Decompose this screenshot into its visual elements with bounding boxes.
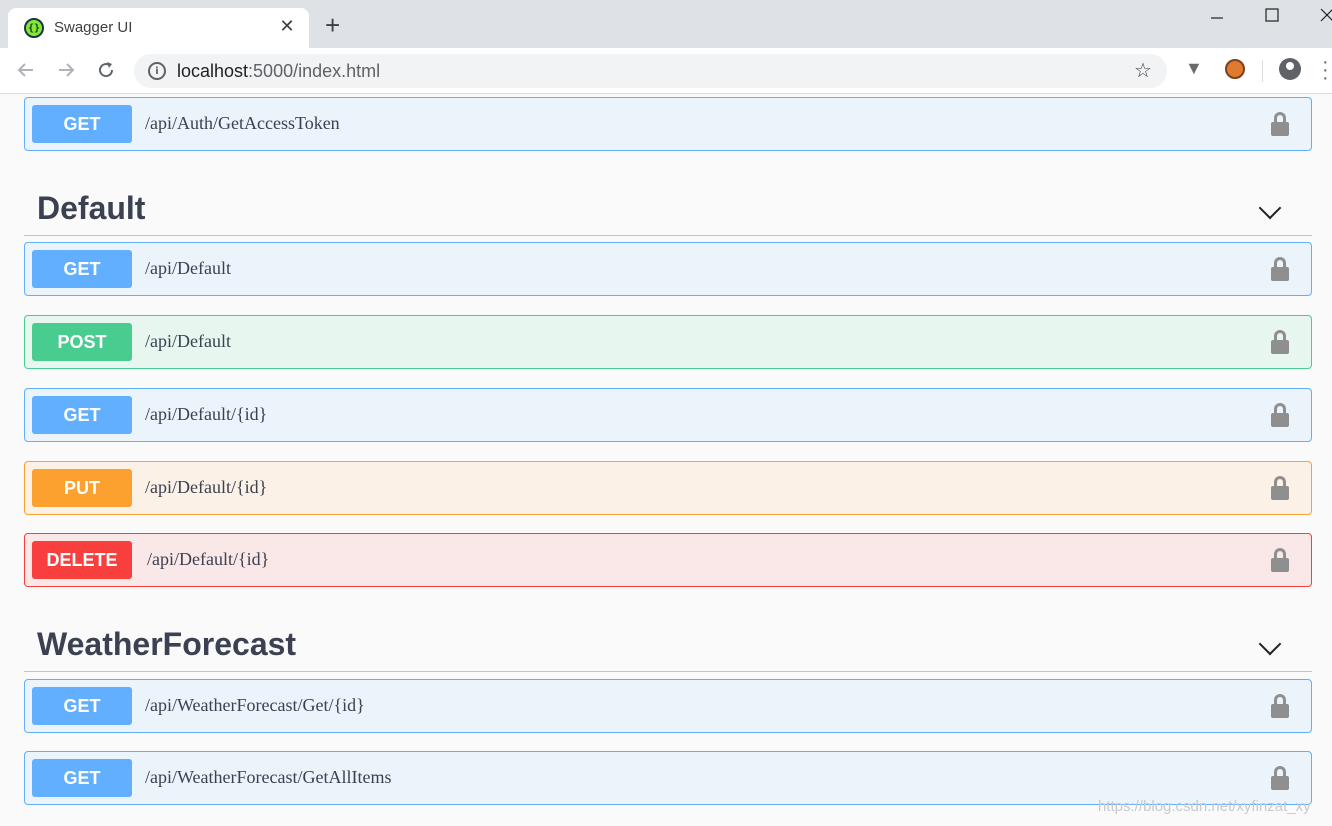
lock-icon[interactable] xyxy=(1271,257,1289,281)
address-bar[interactable]: i localhost:5000/index.html ☆ xyxy=(134,54,1167,88)
site-info-icon[interactable]: i xyxy=(148,62,166,80)
operation-get-auth-access-token[interactable]: GET /api/Auth/GetAccessToken xyxy=(24,97,1312,151)
reload-icon xyxy=(99,62,114,78)
operation-delete-default-id[interactable]: DELETE /api/Default/{id} xyxy=(24,533,1312,587)
method-badge: DELETE xyxy=(32,541,132,579)
method-badge: GET xyxy=(32,759,132,797)
window-maximize-button[interactable] xyxy=(1257,3,1287,27)
swagger-favicon-icon: {} xyxy=(24,18,44,38)
minimize-icon xyxy=(1211,17,1223,19)
operation-get-weatherforecast-id[interactable]: GET /api/WeatherForecast/Get/{id} xyxy=(24,679,1312,733)
lock-icon[interactable] xyxy=(1271,476,1289,500)
method-badge: GET xyxy=(32,105,132,143)
section-title: Default xyxy=(37,190,146,226)
maximize-icon xyxy=(1265,8,1279,22)
method-badge: GET xyxy=(32,250,132,288)
new-tab-button[interactable]: + xyxy=(325,12,340,38)
extension-monkey-icon[interactable] xyxy=(1225,59,1245,79)
operation-get-default[interactable]: GET /api/Default xyxy=(24,242,1312,296)
lock-icon[interactable] xyxy=(1271,403,1289,427)
watermark-text: https://blog.csdn.net/xyfinzat_xy xyxy=(1098,798,1311,815)
method-badge: POST xyxy=(32,323,132,361)
operation-path: /api/WeatherForecast/Get/{id} xyxy=(145,695,365,715)
bookmark-star-icon[interactable]: ☆ xyxy=(1134,58,1152,83)
url-text[interactable]: localhost:5000/index.html xyxy=(177,61,380,82)
url-host: localhost xyxy=(177,61,249,81)
back-arrow-icon xyxy=(17,63,33,77)
operation-get-weatherforecast-all[interactable]: GET /api/WeatherForecast/GetAllItems xyxy=(24,751,1312,805)
window-minimize-button[interactable] xyxy=(1202,3,1232,27)
operation-put-default-id[interactable]: PUT /api/Default/{id} xyxy=(24,461,1312,515)
lock-icon[interactable] xyxy=(1271,766,1289,790)
section-header-weatherforecast[interactable]: WeatherForecast xyxy=(24,614,1312,672)
forward-arrow-icon xyxy=(59,63,75,77)
forward-button[interactable] xyxy=(52,56,80,84)
operation-path: /api/Default/{id} xyxy=(147,549,270,569)
operation-path: /api/Default xyxy=(145,258,231,278)
lock-icon[interactable] xyxy=(1271,694,1289,718)
lock-icon[interactable] xyxy=(1271,548,1289,572)
operation-path: /api/WeatherForecast/GetAllItems xyxy=(145,767,392,787)
operation-path: /api/Default/{id} xyxy=(145,477,268,497)
lock-icon[interactable] xyxy=(1271,112,1289,136)
close-icon xyxy=(1320,8,1332,22)
swagger-content: GET /api/Auth/GetAccessToken Default GET… xyxy=(0,95,1332,826)
operation-path: /api/Default/{id} xyxy=(145,404,268,424)
section-title: WeatherForecast xyxy=(37,626,297,662)
back-button[interactable] xyxy=(12,56,40,84)
browser-toolbar: i localhost:5000/index.html ☆ ▼ · · · xyxy=(0,48,1332,94)
url-path: :5000/index.html xyxy=(248,61,381,81)
browser-tab[interactable]: {} Swagger UI ✕ xyxy=(8,8,309,48)
chevron-down-icon[interactable] xyxy=(1258,632,1282,656)
lock-icon[interactable] xyxy=(1271,330,1289,354)
profile-avatar-icon[interactable] xyxy=(1279,58,1301,80)
tab-title: Swagger UI xyxy=(54,19,133,36)
operation-path: /api/Default xyxy=(145,331,231,351)
method-badge: PUT xyxy=(32,469,132,507)
operation-post-default[interactable]: POST /api/Default xyxy=(24,315,1312,369)
method-badge: GET xyxy=(32,396,132,434)
browser-tab-bar: {} Swagger UI ✕ + xyxy=(0,0,1332,48)
section-header-default[interactable]: Default xyxy=(24,178,1312,236)
reload-button[interactable] xyxy=(92,56,120,84)
method-badge: GET xyxy=(32,687,132,725)
operation-get-default-id[interactable]: GET /api/Default/{id} xyxy=(24,388,1312,442)
extension-v-icon[interactable]: ▼ xyxy=(1185,58,1203,79)
browser-menu-icon[interactable]: · · · xyxy=(1322,52,1329,88)
tab-close-icon[interactable]: ✕ xyxy=(277,16,297,37)
chevron-down-icon[interactable] xyxy=(1258,196,1282,220)
operation-path: /api/Auth/GetAccessToken xyxy=(145,113,340,133)
toolbar-divider xyxy=(1262,60,1263,82)
window-close-button[interactable] xyxy=(1312,3,1332,27)
